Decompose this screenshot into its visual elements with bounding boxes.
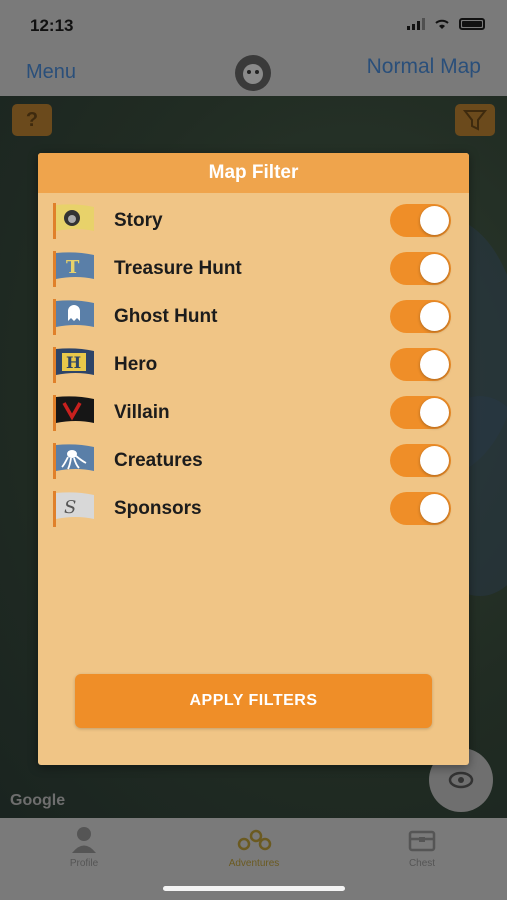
treasure-hunt-toggle[interactable]	[390, 252, 451, 285]
ghost-hunt-flag-icon	[53, 299, 94, 335]
apply-filters-button[interactable]: APPLY FILTERS	[75, 674, 432, 728]
treasure-hunt-flag-icon: T	[53, 251, 94, 287]
filter-label-hero: Hero	[114, 354, 158, 375]
svg-text:T: T	[66, 257, 80, 278]
villain-toggle[interactable]	[390, 396, 451, 429]
filter-row-ghost-hunt: Ghost Hunt	[38, 297, 469, 337]
filter-row-treasure-hunt: T Treasure Hunt	[38, 249, 469, 289]
profile-icon	[72, 827, 96, 853]
chest-icon	[408, 830, 436, 852]
home-indicator[interactable]	[163, 886, 345, 891]
filter-label-villain: Villain	[114, 402, 170, 423]
adventures-icon	[237, 829, 272, 851]
funnel-icon	[462, 110, 488, 131]
sponsors-toggle[interactable]	[390, 492, 451, 525]
tab-profile[interactable]: Profile	[24, 824, 144, 869]
filter-label-sponsors: Sponsors	[114, 498, 202, 519]
status-bar: 12:13	[0, 0, 507, 48]
signal-icon	[407, 18, 425, 30]
svg-text:S: S	[64, 497, 76, 518]
wifi-icon	[435, 19, 449, 29]
sponsors-flag-icon: S	[53, 491, 94, 527]
villain-flag-icon	[53, 395, 94, 431]
nav-bar: Menu Normal Map	[0, 48, 507, 96]
tab-chest[interactable]: Chest	[362, 824, 482, 869]
filter-row-hero: H Hero	[38, 345, 469, 385]
hero-flag-icon: H	[53, 347, 94, 383]
filter-row-story: Story	[38, 201, 469, 241]
lion-logo-icon	[235, 55, 271, 91]
battery-icon	[459, 18, 485, 30]
help-button[interactable]: ?	[12, 104, 52, 136]
filter-label-story: Story	[114, 210, 163, 231]
filter-button[interactable]	[455, 104, 495, 136]
tab-adventures-label: Adventures	[228, 858, 280, 869]
creatures-flag-icon	[53, 443, 94, 479]
filter-label-treasure-hunt: Treasure Hunt	[114, 258, 242, 279]
google-attribution: Google	[10, 792, 66, 809]
dialog-title: Map Filter	[38, 153, 469, 193]
menu-button[interactable]: Menu	[26, 61, 76, 84]
creatures-toggle[interactable]	[390, 444, 451, 477]
filter-row-sponsors: S Sponsors	[38, 489, 469, 529]
map-filter-dialog: Map Filter Story T Treasure Hunt Ghost H…	[38, 153, 469, 765]
filter-label-creatures: Creatures	[114, 450, 203, 471]
svg-text:H: H	[66, 353, 81, 372]
story-flag-icon	[53, 203, 94, 239]
filter-label-ghost-hunt: Ghost Hunt	[114, 306, 218, 327]
story-toggle[interactable]	[390, 204, 451, 237]
tab-adventures[interactable]: Adventures	[194, 824, 314, 869]
normal-map-button[interactable]: Normal Map	[367, 55, 481, 79]
filter-row-villain: Villain	[38, 393, 469, 433]
hero-toggle[interactable]	[390, 348, 451, 381]
filter-row-creatures: Creatures	[38, 441, 469, 481]
tab-profile-label: Profile	[69, 858, 99, 869]
status-icons	[407, 18, 485, 30]
ghost-hunt-toggle[interactable]	[390, 300, 451, 333]
tab-chest-label: Chest	[408, 858, 436, 869]
status-time: 12:13	[30, 16, 74, 35]
